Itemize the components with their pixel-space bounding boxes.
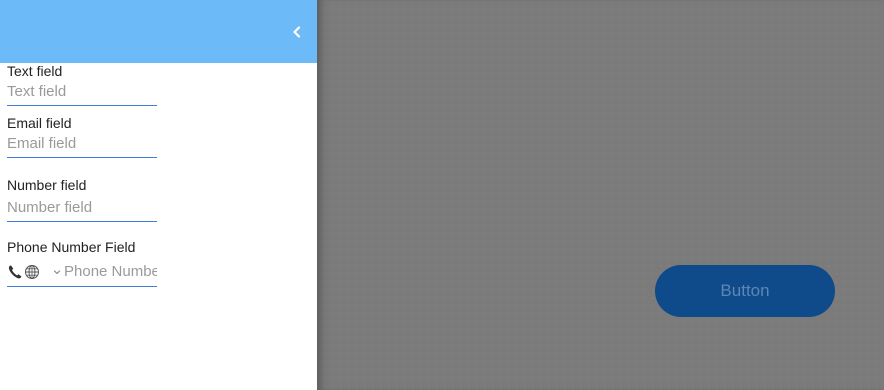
email-field-group: Email field bbox=[7, 115, 157, 158]
phone-icon bbox=[7, 264, 23, 280]
text-field-input[interactable] bbox=[7, 79, 157, 106]
email-field-label: Email field bbox=[7, 115, 72, 131]
globe-icon bbox=[25, 264, 39, 279]
text-field-label: Text field bbox=[7, 63, 63, 79]
side-drawer: Text field Email field Number field Phon… bbox=[0, 0, 317, 390]
drawer-header bbox=[0, 0, 317, 63]
number-field-label: Number field bbox=[7, 177, 87, 193]
phone-field-label: Phone Number Field bbox=[7, 239, 136, 255]
phone-field-group: Phone Number Field bbox=[7, 239, 157, 287]
text-field-group: Text field bbox=[7, 63, 157, 106]
phone-input-row bbox=[7, 257, 157, 287]
chevron-left-icon bbox=[293, 26, 301, 38]
phone-number-input[interactable] bbox=[64, 263, 157, 280]
chevron-down-icon[interactable] bbox=[52, 267, 62, 277]
main-button[interactable]: Button bbox=[655, 265, 835, 317]
number-field-group: Number field bbox=[7, 177, 157, 222]
collapse-drawer-button[interactable] bbox=[287, 22, 307, 42]
canvas-overlay: Button bbox=[317, 0, 884, 390]
email-field-input[interactable] bbox=[7, 131, 157, 158]
number-field-input[interactable] bbox=[7, 195, 157, 222]
country-selector-button[interactable] bbox=[24, 264, 40, 280]
